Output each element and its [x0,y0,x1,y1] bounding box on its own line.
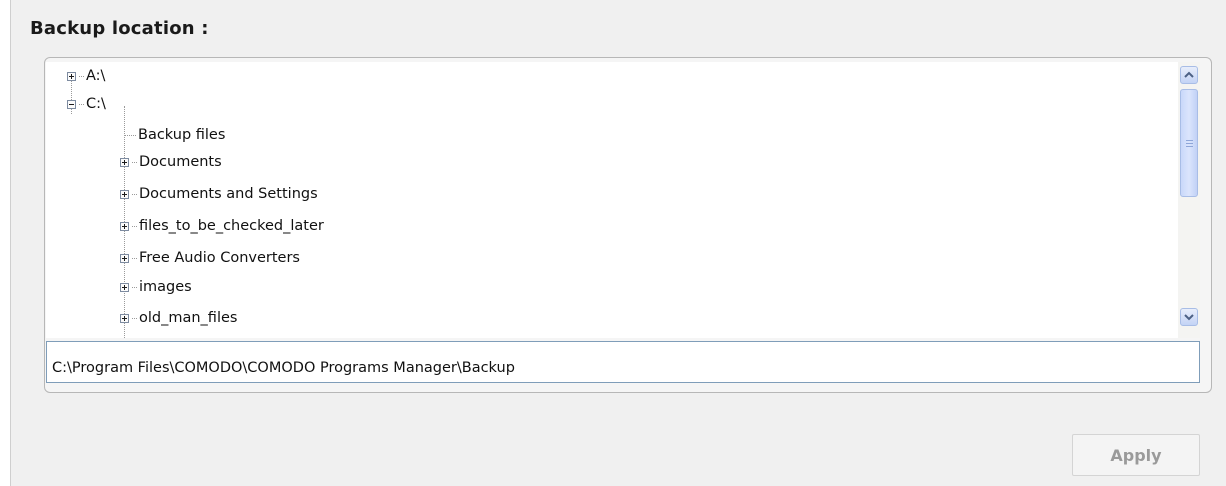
tree-node-a-drive[interactable]: A:\ [67,65,105,87]
tree-node-free-audio-converters[interactable]: Free Audio Converters [120,247,300,269]
tree-node-documents[interactable]: Documents [120,151,222,173]
tree-node-label: files_to_be_checked_later [139,218,324,234]
scroll-thumb[interactable] [1180,89,1198,197]
apply-button[interactable]: Apply [1072,434,1200,476]
scroll-up-arrow-icon [1184,71,1194,78]
tree-vertical-scrollbar[interactable] [1178,62,1200,338]
collapse-icon[interactable] [67,99,76,109]
tree-node-documents-and-settings[interactable]: Documents and Settings [120,183,318,205]
tree-node-images[interactable]: images [120,276,192,298]
tree-node-label: A:\ [86,68,106,84]
tree-node-label: Free Audio Converters [139,250,300,266]
tree-node-label: images [139,279,192,295]
tree-node-old-man-files[interactable]: old_man_files [120,307,237,329]
tree-node-label: old_man_files [139,310,238,326]
backup-location-heading: Backup location : [30,18,209,39]
scroll-down-button[interactable] [1180,308,1198,326]
scroll-down-arrow-icon [1184,314,1194,321]
expand-icon[interactable] [120,253,129,263]
expand-icon[interactable] [120,282,129,292]
scroll-up-button[interactable] [1180,66,1198,84]
tree-node-label: Documents [139,154,222,170]
expand-icon[interactable] [120,157,129,167]
backup-path-input[interactable] [46,341,1200,383]
expand-icon[interactable] [120,221,129,231]
tree-node-backup-files[interactable]: Backup files [124,124,225,146]
tree-node-c-drive[interactable]: C:\ [67,93,106,115]
tree-node-label: Documents and Settings [139,186,318,202]
expand-icon[interactable] [120,313,129,323]
tree-node-files-to-be-checked-later[interactable]: files_to_be_checked_later [120,215,324,237]
folder-tree[interactable]: A:\ C:\ Backup files Documents Documents… [46,62,1178,338]
tree-node-label: C:\ [86,96,106,112]
tree-node-label: Backup files [138,127,226,143]
expand-icon[interactable] [67,71,76,81]
expand-icon[interactable] [120,189,129,199]
